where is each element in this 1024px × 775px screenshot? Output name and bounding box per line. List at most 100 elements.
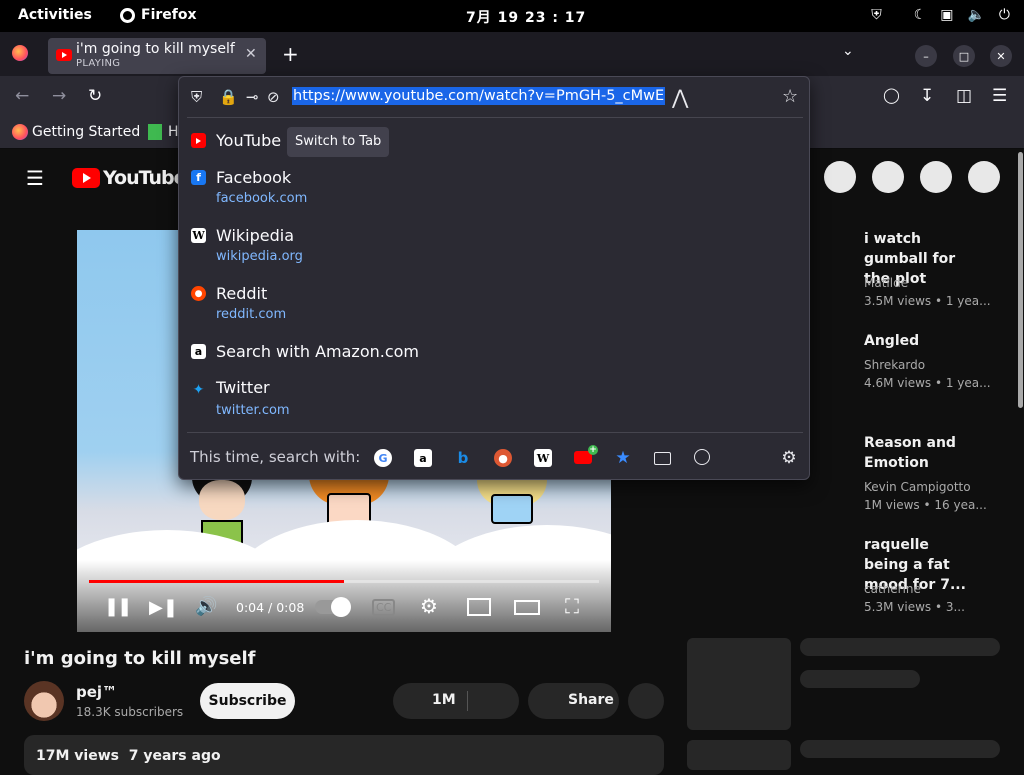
suggestion-title: YouTube bbox=[216, 131, 282, 150]
youtube-logo[interactable]: YouTube bbox=[72, 167, 186, 189]
switch-to-tab-badge[interactable]: Switch to Tab bbox=[287, 127, 390, 157]
privacy-shield-icon[interactable]: ⛨ bbox=[871, 7, 882, 23]
reddit-icon: ● bbox=[191, 286, 206, 301]
captions-icon[interactable]: CC bbox=[372, 599, 396, 616]
permissions-icon[interactable]: ⊸ bbox=[246, 88, 259, 106]
miniplayer-icon[interactable] bbox=[467, 598, 491, 616]
new-tab-button[interactable]: + bbox=[282, 42, 299, 66]
header-icon-1[interactable] bbox=[824, 161, 856, 193]
youtube-add-icon[interactable]: + bbox=[574, 445, 598, 464]
divider bbox=[187, 432, 803, 433]
like-count: 1M bbox=[432, 692, 456, 708]
tab-playing-status: PLAYING bbox=[76, 58, 121, 69]
suggestion-youtube[interactable]: YouTube Switch to Tab bbox=[179, 127, 809, 157]
channel-avatar[interactable] bbox=[24, 681, 64, 721]
list-all-tabs-icon[interactable]: ⌄ bbox=[842, 43, 854, 59]
volume-icon[interactable]: 🔈 bbox=[967, 7, 984, 23]
amazon-icon: a bbox=[191, 344, 206, 359]
theater-mode-icon[interactable] bbox=[514, 600, 540, 615]
hamburger-menu-icon[interactable]: ☰ bbox=[26, 166, 44, 190]
downloads-icon[interactable]: ↧ bbox=[920, 86, 934, 106]
suggestion-reddit[interactable]: ● Reddit reddit.com bbox=[179, 281, 809, 325]
skeleton-thumbnail bbox=[687, 638, 791, 730]
share-label: Share bbox=[568, 692, 614, 708]
tab-youtube[interactable]: i'm going to kill myself PLAYING ✕ bbox=[48, 38, 266, 74]
clock[interactable]: 7月 19 23 : 17 bbox=[466, 7, 586, 27]
tab-title: i'm going to kill myself bbox=[76, 41, 235, 57]
next-icon[interactable]: ▶❚ bbox=[149, 597, 178, 618]
extensions-icon[interactable]: ◫ bbox=[956, 86, 972, 106]
tabs-icon[interactable] bbox=[654, 452, 671, 465]
page-scrollbar[interactable] bbox=[1018, 152, 1023, 408]
youtube-icon bbox=[56, 49, 72, 61]
rec-title[interactable]: Angled bbox=[864, 331, 984, 351]
bookmark-star-icon[interactable]: ☆ bbox=[782, 86, 798, 107]
close-tab-icon[interactable]: ✕ bbox=[245, 46, 257, 62]
activities-button[interactable]: Activities bbox=[18, 7, 92, 23]
pocket-icon[interactable]: ◯ bbox=[883, 86, 900, 104]
bing-icon[interactable]: b bbox=[454, 449, 472, 467]
bookmark-second[interactable]: H bbox=[168, 124, 179, 140]
bookmarks-icon[interactable]: ★ bbox=[614, 448, 632, 468]
youtube-icon bbox=[191, 133, 206, 148]
autoplay-toggle[interactable] bbox=[315, 597, 351, 617]
night-light-icon[interactable]: ☾ bbox=[914, 7, 927, 23]
wikipedia-icon[interactable]: W bbox=[534, 449, 552, 467]
header-icon-4[interactable] bbox=[968, 161, 1000, 193]
search-with-label: This time, search with: bbox=[190, 448, 361, 466]
channel-name[interactable]: pej™ bbox=[76, 683, 117, 701]
suggestion-facebook[interactable]: f Facebook facebook.com bbox=[179, 165, 809, 209]
history-icon[interactable] bbox=[694, 449, 710, 465]
forward-icon[interactable]: → bbox=[52, 86, 66, 106]
tracking-protection-shield-icon[interactable]: ⛨ bbox=[191, 88, 202, 106]
search-settings-gear-icon[interactable]: ⚙ bbox=[780, 448, 798, 468]
google-icon[interactable]: G bbox=[374, 449, 392, 467]
subscribe-button[interactable]: Subscribe bbox=[200, 683, 295, 719]
fullscreen-icon[interactable]: ⛶ bbox=[565, 594, 579, 618]
skeleton-line bbox=[800, 740, 1000, 758]
twitter-icon: ✦ bbox=[192, 381, 205, 398]
maximize-button[interactable]: □ bbox=[953, 45, 975, 67]
minimize-button[interactable]: – bbox=[915, 45, 937, 67]
progress-track[interactable] bbox=[89, 580, 599, 583]
screen-icon[interactable]: ▣ bbox=[940, 7, 953, 23]
settings-gear-icon[interactable]: ⚙ bbox=[420, 594, 438, 618]
rec-title[interactable]: Reason and Emotion bbox=[864, 433, 984, 473]
power-icon[interactable]: ⏻ bbox=[999, 7, 1010, 23]
like-divider bbox=[467, 691, 468, 711]
autoplay-blocked-icon[interactable]: ⊘ bbox=[267, 88, 280, 106]
facebook-icon: f bbox=[191, 170, 206, 185]
bookmark-getting-started[interactable]: Getting Started bbox=[32, 124, 140, 140]
app-menu[interactable]: Firefox bbox=[120, 7, 197, 23]
header-icon-2[interactable] bbox=[872, 161, 904, 193]
close-window-button[interactable]: ✕ bbox=[990, 45, 1012, 67]
pause-icon[interactable]: ❚❚ bbox=[104, 596, 132, 617]
reload-icon[interactable]: ↻ bbox=[88, 86, 102, 106]
menu-icon[interactable]: ☰ bbox=[992, 86, 1007, 106]
duckduckgo-icon[interactable]: ● bbox=[494, 449, 512, 467]
system-tray[interactable]: ⛨ ☾ ▣ 🔈 ⏻ bbox=[871, 7, 1010, 23]
amazon-icon[interactable]: a bbox=[414, 449, 432, 467]
app-name: Firefox bbox=[141, 7, 197, 23]
suggestion-wikipedia[interactable]: W Wikipedia wikipedia.org bbox=[179, 223, 809, 267]
suggestion-search-amazon[interactable]: a Search with Amazon.com bbox=[179, 339, 809, 367]
urlbar[interactable]: ⛨ 🔒 ⊸ ⊘ https://www.youtube.com/watch?v=… bbox=[179, 77, 809, 117]
rec-channel: catherine bbox=[864, 582, 921, 596]
character-blonde bbox=[477, 480, 547, 530]
back-icon[interactable]: ← bbox=[15, 86, 29, 106]
suggestion-url: wikipedia.org bbox=[216, 249, 303, 264]
suggestion-url: twitter.com bbox=[216, 403, 290, 418]
suggestion-twitter[interactable]: ✦ Twitter twitter.com bbox=[179, 377, 809, 421]
player-gradient bbox=[77, 560, 611, 632]
lock-icon[interactable]: 🔒 bbox=[219, 88, 238, 106]
video-title: i'm going to kill myself bbox=[24, 648, 256, 669]
like-button[interactable]: 1M bbox=[393, 683, 519, 719]
volume-icon[interactable]: 🔊 bbox=[195, 596, 217, 617]
divider bbox=[187, 117, 803, 118]
more-actions-button[interactable] bbox=[628, 683, 664, 719]
header-icon-3[interactable] bbox=[920, 161, 952, 193]
url-input[interactable]: https://www.youtube.com/watch?v=PmGH-5_c… bbox=[292, 87, 666, 105]
share-button[interactable]: Share bbox=[528, 683, 619, 719]
description-box[interactable]: 17M views 7 years ago bbox=[24, 735, 664, 775]
firefox-view-icon[interactable] bbox=[12, 45, 28, 61]
